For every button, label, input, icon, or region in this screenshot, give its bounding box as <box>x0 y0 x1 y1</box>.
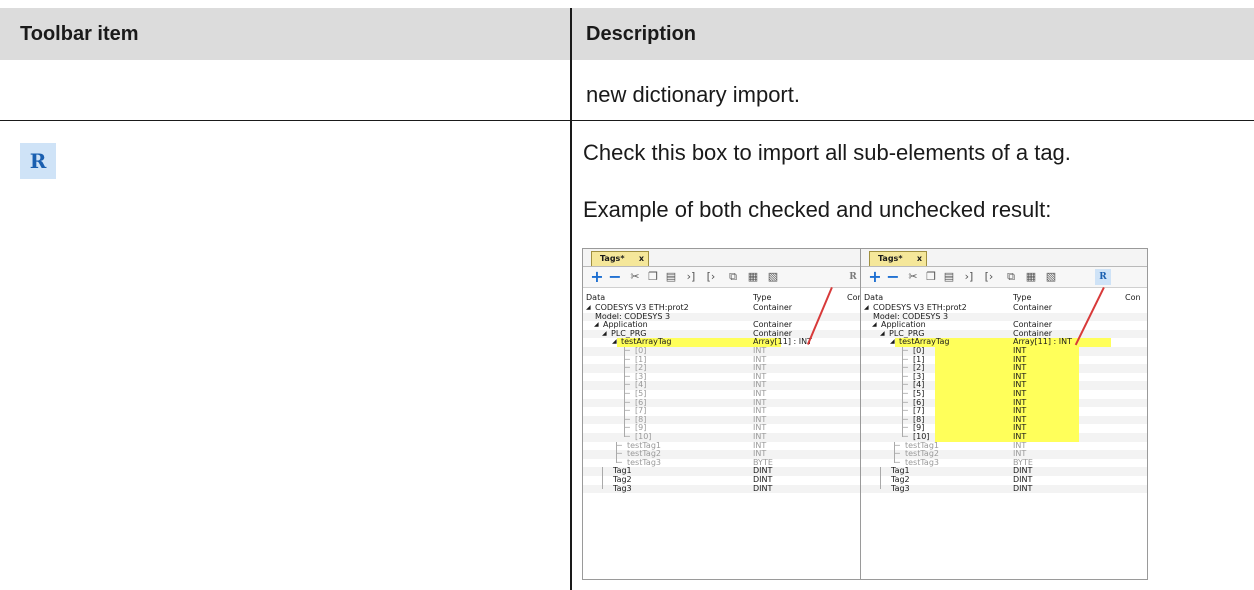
dictionary-icon[interactable]: ▦ <box>1023 269 1039 285</box>
tree-row[interactable]: ─ testTag1 INT <box>861 441 1147 451</box>
copy-icon[interactable]: ❐ <box>923 269 939 285</box>
tree-row-name: Tag3 <box>891 483 910 493</box>
col-data: Data <box>586 293 606 302</box>
tags-panel-checked: Tags* x + − ✂ ❐ ▤ ›] [› ⧉ ▦ ▧ R Data Type Con ◢ COD… <box>860 248 1148 580</box>
highlight <box>935 347 1079 356</box>
tree-line <box>880 467 881 489</box>
cut-icon[interactable]: ✂ <box>627 269 643 285</box>
tab-label: Tags* <box>600 254 625 263</box>
tag-icon[interactable]: ⧉ <box>725 269 741 285</box>
panel-toolbar: + − ✂ ❐ ▤ ›] [› ⧉ ▦ ▧ R <box>861 267 1147 288</box>
expand-icon[interactable]: ◢ <box>864 304 869 313</box>
highlight <box>935 415 1079 425</box>
r-icon: R <box>20 143 56 179</box>
tree-row[interactable]: Tag3 DINT <box>861 483 1147 494</box>
dictionary-all-icon[interactable]: ▧ <box>1043 269 1059 285</box>
highlight <box>935 381 1079 390</box>
highlight <box>935 433 1079 442</box>
export-icon[interactable]: [› <box>703 269 719 285</box>
expand-icon[interactable]: ◢ <box>872 321 877 330</box>
row-divider <box>0 120 1254 121</box>
tree-row-type: DINT <box>1013 483 1033 493</box>
highlight <box>935 390 1079 399</box>
minus-icon[interactable]: − <box>607 269 623 285</box>
tree-row[interactable]: ─ testTag2 INT <box>583 450 869 459</box>
import-icon[interactable]: ›] <box>683 269 699 285</box>
col-con: Con <box>1125 293 1141 302</box>
dictionary-all-icon[interactable]: ▧ <box>765 269 781 285</box>
close-icon[interactable]: x <box>917 252 922 266</box>
tree-line <box>894 441 895 464</box>
tree-row[interactable]: ─ [10] INT <box>861 432 1147 442</box>
r-icon[interactable]: R <box>845 269 861 285</box>
dictionary-icon[interactable]: ▦ <box>745 269 761 285</box>
paste-icon[interactable]: ▤ <box>941 269 957 285</box>
cut-icon[interactable]: ✂ <box>905 269 921 285</box>
highlight <box>935 424 1079 433</box>
highlight <box>935 355 1079 365</box>
tab-bar: Tags* x <box>861 249 1147 267</box>
highlight <box>935 364 1079 373</box>
tree-line <box>902 347 903 438</box>
expand-icon[interactable]: ◢ <box>880 330 885 339</box>
close-icon[interactable]: x <box>639 252 644 266</box>
plus-icon[interactable]: + <box>589 269 605 285</box>
header-toolbar-item: Toolbar item <box>20 23 139 45</box>
tag-icon[interactable]: ⧉ <box>1003 269 1019 285</box>
expand-icon[interactable]: ◢ <box>594 321 599 330</box>
tab-label: Tags* <box>878 254 903 263</box>
export-icon[interactable]: [› <box>981 269 997 285</box>
header-description: Description <box>586 23 697 45</box>
panel-toolbar: + − ✂ ❐ ▤ ›] [› ⧉ ▦ ▧ R <box>583 267 869 288</box>
paste-icon[interactable]: ▤ <box>663 269 679 285</box>
column-divider <box>570 8 572 590</box>
tree-row[interactable]: Tag3 DINT <box>583 483 869 494</box>
expand-icon[interactable]: ◢ <box>586 304 591 313</box>
tree-row-name: testTag3 <box>905 457 939 467</box>
tree-line <box>616 441 617 464</box>
expand-icon[interactable]: ◢ <box>602 330 607 339</box>
table-header: Toolbar item Description <box>0 8 1254 60</box>
tree-row-type: Container <box>1013 303 1053 312</box>
tree-line <box>602 467 603 489</box>
tree-row-type: Container <box>753 303 793 312</box>
tree-line <box>624 347 625 438</box>
highlight <box>935 372 1079 382</box>
highlight <box>935 398 1079 408</box>
tree-row[interactable]: ─ testTag2 INT <box>861 450 1147 459</box>
col-type: Type <box>1013 293 1032 302</box>
tree-row-name: testTag3 <box>627 457 661 467</box>
tab-tags[interactable]: Tags* x <box>591 251 649 266</box>
expand-icon[interactable]: ◢ <box>890 338 895 347</box>
tab-tags[interactable]: Tags* x <box>869 251 927 266</box>
row2-description-line1: Check this box to import all sub-element… <box>583 140 1071 165</box>
highlight <box>935 407 1079 416</box>
col-type: Type <box>753 293 772 302</box>
column-header: Data Type Con <box>861 291 1147 303</box>
tree-row[interactable]: ─ testTag1 INT <box>583 441 869 451</box>
tags-panel-unchecked: Tags* x + − ✂ ❐ ▤ ›] [› ⧉ ▦ ▧ R Data Type Con ◢ COD… <box>582 248 870 580</box>
col-data: Data <box>864 293 884 302</box>
tree-row-type: DINT <box>753 483 773 493</box>
row2-description-line2: Example of both checked and unchecked re… <box>583 197 1052 222</box>
import-icon[interactable]: ›] <box>961 269 977 285</box>
tree-row-name: Tag3 <box>613 483 632 493</box>
minus-icon[interactable]: − <box>885 269 901 285</box>
r-icon[interactable]: R <box>1095 269 1111 285</box>
expand-icon[interactable]: ◢ <box>612 338 617 347</box>
copy-icon[interactable]: ❐ <box>645 269 661 285</box>
row1-description: new dictionary import. <box>586 82 800 107</box>
tree-row[interactable]: ─ [10] INT <box>583 432 869 442</box>
tab-bar: Tags* x <box>583 249 869 267</box>
plus-icon[interactable]: + <box>867 269 883 285</box>
